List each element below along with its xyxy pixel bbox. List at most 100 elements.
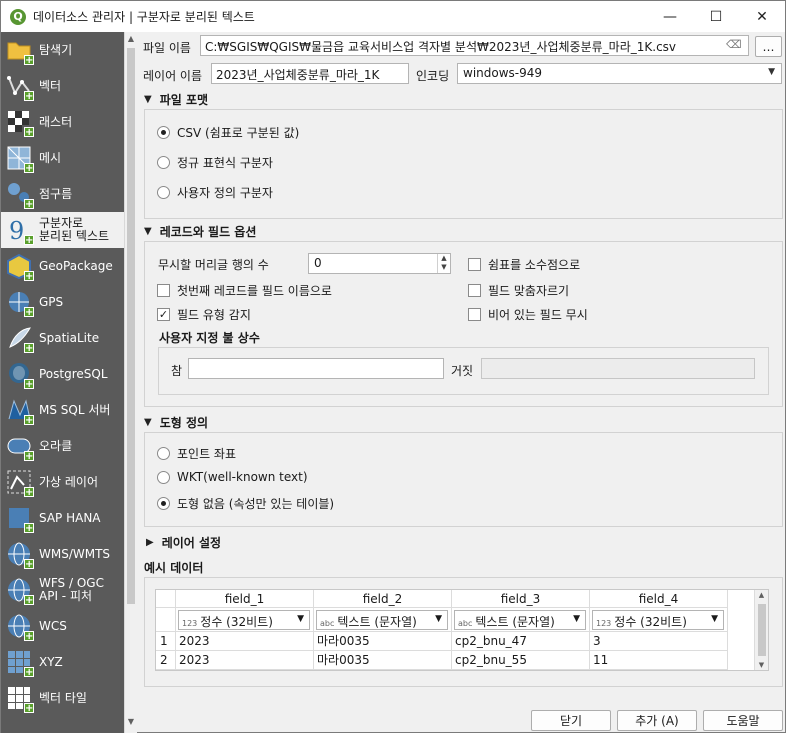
field-type-value: 정수 (32비트): [200, 615, 273, 629]
vector-tile-icon: +: [6, 685, 34, 714]
format-regex-radio[interactable]: 정규 표현식 구분자: [157, 154, 273, 171]
layer-settings-header[interactable]: ▶ 레이어 설정: [146, 534, 221, 551]
file-name-input[interactable]: C:₩SGIS₩QGIS₩물금읍 교육서비스업 격자별 분석₩2023년_사업체…: [200, 35, 749, 56]
geometry-definition-title: 도형 정의: [159, 416, 209, 430]
sidebar-item-label: 메시: [39, 150, 62, 165]
radio-icon: [157, 470, 170, 484]
trim-fields-checkbox[interactable]: 필드 맞춤자르기: [468, 282, 569, 299]
sidebar-item[interactable]: + SpatiaLite: [1, 320, 124, 356]
sidebar-item[interactable]: + GPS: [1, 284, 124, 320]
clear-icon[interactable]: ⌫: [726, 38, 742, 51]
file-format-header[interactable]: ▼ 파일 포맷: [144, 91, 208, 108]
wcs-icon: +: [6, 613, 34, 642]
table-cell[interactable]: 2023: [176, 632, 314, 651]
row-number[interactable]: 2: [156, 651, 176, 670]
folder-icon: +: [6, 37, 34, 66]
sidebar-item[interactable]: + 탐색기: [1, 32, 124, 68]
column-header[interactable]: field_2: [314, 590, 452, 608]
add-plus-icon: +: [24, 271, 34, 282]
layer-name-input[interactable]: 2023년_사업체중분류_마라_1K: [211, 63, 409, 84]
table-cell[interactable]: 11: [590, 651, 728, 670]
table-cell[interactable]: 마라0035: [314, 632, 452, 651]
close-button[interactable]: 닫기: [531, 710, 611, 731]
table-cell[interactable]: 3: [590, 632, 728, 651]
true-value-input[interactable]: [188, 358, 444, 379]
geometry-definition-header[interactable]: ▼ 도형 정의: [144, 414, 208, 431]
sidebar-item[interactable]: + WFS / OGC API - 피처: [1, 572, 124, 608]
detect-types-checkbox[interactable]: ✓ 필드 유형 감지: [157, 306, 251, 323]
row-number[interactable]: 1: [156, 632, 176, 651]
scrollbar-thumb[interactable]: [127, 48, 135, 604]
table-cell[interactable]: cp2_bnu_55: [452, 651, 590, 670]
field-type-value: 텍스트 (문자열): [475, 615, 555, 629]
sidebar-item[interactable]: + WMS/WMTS: [1, 536, 124, 572]
skip-lines-spinbox[interactable]: 0 ▲ ▼: [308, 253, 451, 274]
sidebar-item[interactable]: + SAP HANA: [1, 500, 124, 536]
format-csv-label: CSV (쉼표로 구분된 값): [177, 126, 300, 140]
sidebar-item[interactable]: + 래스터: [1, 104, 124, 140]
sap-hana-icon: +: [6, 505, 34, 534]
help-button[interactable]: 도움말: [703, 710, 783, 731]
detect-types-label: 필드 유형 감지: [177, 308, 251, 322]
discard-empty-label: 비어 있는 필드 무시: [488, 308, 588, 322]
add-button[interactable]: 추가 (A): [617, 710, 697, 731]
column-header[interactable]: field_1: [176, 590, 314, 608]
sidebar-item[interactable]: + WCS: [1, 608, 124, 644]
scrollbar-thumb[interactable]: [758, 604, 766, 656]
custom-boolean-title: 사용자 지정 불 상수: [159, 331, 260, 345]
spin-arrows-icon[interactable]: ▲ ▼: [437, 254, 450, 273]
encoding-select[interactable]: windows-949 ▼: [457, 63, 782, 84]
geometry-wkt-radio[interactable]: WKT(well-known text): [157, 470, 308, 484]
vector-icon: +: [6, 73, 34, 102]
first-record-names-checkbox[interactable]: 첫번째 레코드를 필드 이름으로: [157, 282, 332, 299]
qgis-logo-icon: Q: [10, 8, 26, 25]
field-type-select[interactable]: 123 정수 (32비트) ▼: [178, 610, 310, 630]
scroll-up-icon[interactable]: ▲: [755, 591, 768, 599]
sidebar-item[interactable]: + XYZ: [1, 644, 124, 680]
table-cell[interactable]: 마라0035: [314, 651, 452, 670]
table-cell[interactable]: cp2_bnu_47: [452, 632, 590, 651]
sidebar-item[interactable]: + 벡터 타일: [1, 680, 124, 716]
sidebar-scrollbar[interactable]: ▲ ▼: [124, 32, 137, 733]
sidebar-item[interactable]: + 메시: [1, 140, 124, 176]
column-header[interactable]: field_3: [452, 590, 590, 608]
maximize-button[interactable]: ☐: [693, 1, 739, 32]
sidebar-item[interactable]: + MS SQL 서버: [1, 392, 124, 428]
geometry-none-radio[interactable]: 도형 없음 (속성만 있는 테이블): [157, 495, 334, 512]
table-scrollbar[interactable]: ▲ ▼: [754, 590, 768, 670]
scroll-up-icon[interactable]: ▲: [125, 34, 137, 48]
integer-type-icon: 123: [182, 619, 198, 628]
sidebar-item[interactable]: 9 + 구분자로 분리된 텍스트: [1, 212, 124, 248]
sidebar-item[interactable]: + 가상 레이어: [1, 464, 124, 500]
field-type-select[interactable]: 123 정수 (32비트) ▼: [592, 610, 724, 630]
mesh-icon: +: [6, 145, 34, 174]
sidebar-item-label: GeoPackage: [39, 258, 113, 273]
table-cell[interactable]: 2023: [176, 651, 314, 670]
discard-empty-checkbox[interactable]: 비어 있는 필드 무시: [468, 306, 588, 323]
sidebar-item[interactable]: + GeoPackage: [1, 248, 124, 284]
sidebar-item-label: 오라클: [39, 438, 73, 453]
format-csv-radio[interactable]: CSV (쉼표로 구분된 값): [157, 124, 299, 141]
encoding-value: windows-949: [463, 66, 543, 80]
geometry-point-radio[interactable]: 포인트 좌표: [157, 445, 236, 462]
field-type-select[interactable]: abc 텍스트 (문자열) ▼: [316, 610, 448, 630]
sidebar-item[interactable]: + 벡터: [1, 68, 124, 104]
false-value-input[interactable]: [481, 358, 755, 379]
sidebar-item[interactable]: + PostgreSQL: [1, 356, 124, 392]
scroll-down-icon[interactable]: ▼: [125, 717, 137, 731]
close-window-button[interactable]: ✕: [739, 1, 785, 32]
type-cell: abc 텍스트 (문자열) ▼: [452, 608, 590, 632]
records-fields-header[interactable]: ▼ 레코드와 필드 옵션: [144, 223, 256, 240]
browse-button[interactable]: …: [755, 36, 782, 57]
add-plus-icon: +: [24, 559, 34, 570]
scroll-down-icon[interactable]: ▼: [755, 661, 768, 669]
sidebar-item[interactable]: + 점구름: [1, 176, 124, 212]
minimize-button[interactable]: —: [647, 1, 693, 32]
integer-type-icon: 123: [596, 619, 612, 628]
format-custom-radio[interactable]: 사용자 정의 구분자: [157, 184, 273, 201]
column-header[interactable]: field_4: [590, 590, 728, 608]
decimal-comma-checkbox[interactable]: 쉼표를 소수점으로: [468, 256, 580, 273]
sidebar-item[interactable]: + 오라클: [1, 428, 124, 464]
layer-settings-title: 레이어 설정: [161, 536, 222, 550]
field-type-select[interactable]: abc 텍스트 (문자열) ▼: [454, 610, 586, 630]
